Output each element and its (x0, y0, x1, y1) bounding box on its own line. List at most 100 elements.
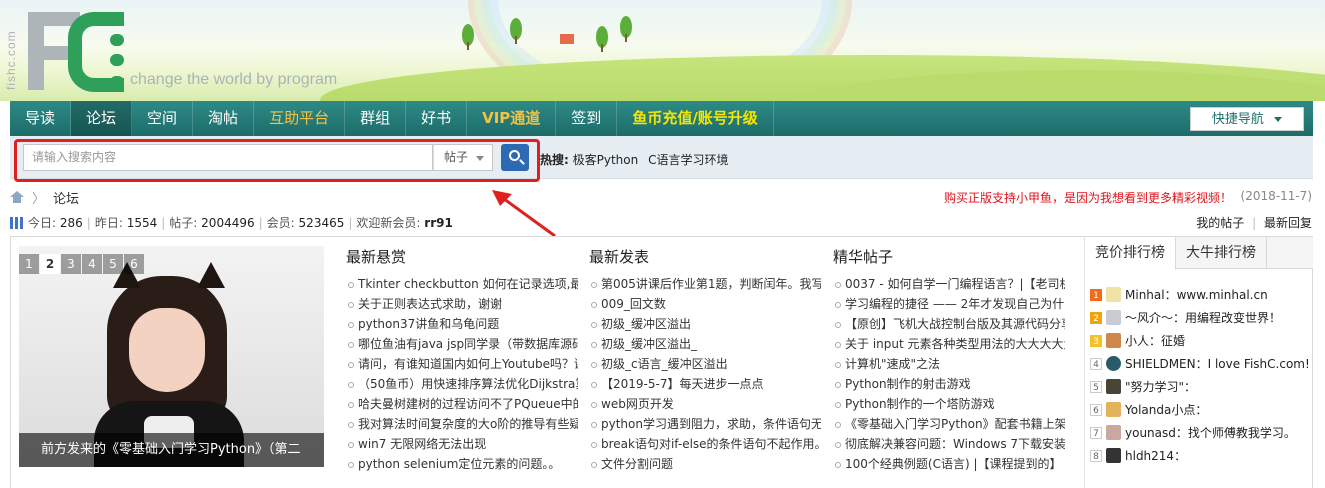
thread-link[interactable]: python37讲鱼和乌龟问题 (346, 314, 578, 334)
nav-item-checkin[interactable]: 签到 (556, 101, 618, 136)
thread-link[interactable]: 彻底解决兼容问题：Windows 7下载安装 (833, 434, 1065, 454)
stat-yesterday: 1554 (126, 215, 158, 230)
thread-link[interactable]: 关于正则表达式求助，谢谢 (346, 294, 578, 314)
ranking-item[interactable]: 8 hldh214： (1090, 444, 1313, 467)
thread-link[interactable]: Python制作的射击游戏 (833, 374, 1065, 394)
thread-link[interactable]: python学习遇到阻力，求助，条件语句无法 (589, 414, 821, 434)
hot-search-item[interactable]: C语言学习环境 (648, 153, 728, 167)
slide-page-3[interactable]: 3 (61, 254, 81, 274)
thread-link[interactable]: 请问，有谁知道国内如何上Youtube吗？谢 (346, 354, 578, 374)
avatar (1106, 287, 1121, 302)
hot-search-item[interactable]: 极客Python (573, 153, 639, 167)
site-header: fishc.com change the world by program (0, 0, 1325, 101)
thread-link[interactable]: 学习编程的捷径 —— 2年才发现自己为什么 (833, 294, 1065, 314)
annotation-arrow (492, 190, 556, 238)
rank-number: 5 (1090, 380, 1102, 393)
tab-bid-ranking[interactable]: 竞价排行榜 (1085, 237, 1176, 270)
ranking-item[interactable]: 5 "努力学习"： (1090, 375, 1313, 398)
links-separator: | (1252, 216, 1257, 230)
tree-decoration (596, 26, 608, 52)
thread-link[interactable]: 《零基础入门学习Python》配套书籍上架 (833, 414, 1065, 434)
stat-posts-label: 帖子: (169, 216, 198, 230)
rank-number: 7 (1090, 426, 1102, 439)
latest-reply-link[interactable]: 最新回复 (1264, 216, 1312, 230)
thread-link[interactable]: win7 无限网络无法出现 (346, 434, 578, 454)
ranking-text: SHIELDMEN：I love FishC.com! (1125, 357, 1310, 371)
main-nav: 导读 论坛 空间 淘帖 互助平台 群组 好书 VIP通道 签到 鱼币充值/账号升… (10, 101, 1313, 136)
new-member-link[interactable]: rr91 (424, 216, 453, 230)
breadcrumb-current[interactable]: 论坛 (53, 188, 79, 207)
nav-item-books[interactable]: 好书 (406, 101, 468, 136)
thread-link[interactable]: Tkinter checkbutton 如何在记录选项,最后 (346, 274, 578, 294)
column-title: 精华帖子 (833, 248, 894, 266)
thread-link[interactable]: web网页开发 (589, 394, 821, 414)
rank-number: 8 (1090, 449, 1102, 462)
logo-side-text: fishc.com (4, 30, 18, 90)
image-slider[interactable]: 1 2 3 4 5 6 前方发来的《零基础入门学习Python》（第二 (19, 246, 324, 467)
thread-link[interactable]: Python制作的一个塔防游戏 (833, 394, 1065, 414)
thread-link[interactable]: 我对算法时间复杂度的大o阶的推导有些疑 (346, 414, 578, 434)
thread-link[interactable]: 009_回文数 (589, 294, 821, 314)
thread-link[interactable]: 文件分割问题 (589, 454, 821, 474)
stats-separator: | (258, 215, 263, 230)
thread-link[interactable]: 第005讲课后作业第1题，判断闰年。我写的 (589, 274, 821, 294)
home-icon[interactable] (10, 191, 24, 203)
quick-nav-label: 快捷导航 (1211, 112, 1264, 127)
ranking-panel: 竞价排行榜 大牛排行榜 1 Minhal：www.minhal.cn 2 ～风介～：… (1084, 237, 1313, 488)
slide-pager: 1 2 3 4 5 6 (19, 254, 145, 274)
thread-link[interactable]: 初级_缓冲区溢出_ (589, 334, 821, 354)
my-links: 我的帖子 | 最新回复 (1196, 214, 1312, 231)
ranking-item[interactable]: 3 小人：征婚 (1090, 329, 1313, 352)
my-posts-link[interactable]: 我的帖子 (1196, 216, 1244, 230)
ranking-item[interactable]: 1 Minhal：www.minhal.cn (1090, 283, 1313, 306)
logo-dot (110, 54, 124, 66)
thread-link[interactable]: 初级_缓冲区溢出 (589, 314, 821, 334)
breadcrumb-separator: 〉 (32, 191, 46, 207)
avatar (1106, 333, 1121, 348)
thread-link[interactable]: 计算机"速成"之法 (833, 354, 1065, 374)
logo-f-shape (28, 46, 68, 60)
tab-expert-ranking[interactable]: 大牛排行榜 (1176, 237, 1267, 269)
nav-item-vip[interactable]: VIP通道 (467, 101, 557, 136)
thread-link[interactable]: 关于 input 元素各种类型用法的大大大大大 (833, 334, 1065, 354)
thread-link[interactable]: 【原创】飞机大战控制台版及其源代码分享 (833, 314, 1065, 334)
quick-nav-button[interactable]: 快捷导航 (1190, 107, 1304, 131)
ranking-item[interactable]: 4 SHIELDMEN：I love FishC.com! (1090, 352, 1313, 375)
thread-link[interactable]: 100个经典例题(C语言) |【课程提到的】 (833, 454, 1065, 474)
avatar (1106, 425, 1121, 440)
thread-link[interactable]: 哪位鱼油有java jsp同学录（带数据库源码） (346, 334, 578, 354)
ranking-item[interactable]: 7 younasd：找个师傅教我学习。 (1090, 421, 1313, 444)
nav-item-groups[interactable]: 群组 (345, 101, 407, 136)
thread-link[interactable]: 初级_c语言_缓冲区溢出 (589, 354, 821, 374)
column-title: 最新悬赏 (346, 248, 407, 266)
nav-item-space[interactable]: 空间 (132, 101, 194, 136)
thread-link[interactable]: 【2019-5-7】每天进步一点点 (589, 374, 821, 394)
logo-dot (110, 34, 124, 46)
ranking-text: younasd：找个师傅教我学习。 (1125, 426, 1296, 440)
rank-number: 1 (1090, 288, 1102, 301)
thread-link[interactable]: python selenium定位元素的问题。。 (346, 454, 578, 474)
ranking-text: "努力学习"： (1125, 380, 1197, 394)
thread-link[interactable]: 哈夫曼树建树的过程访问不了PQueue中的 (346, 394, 578, 414)
nav-item-help-platform[interactable]: 互助平台 (254, 101, 346, 136)
slide-page-6[interactable]: 6 (124, 254, 144, 274)
content-panel: 1 2 3 4 5 6 前方发来的《零基础入门学习Python》（第二 最新悬赏… (10, 236, 1313, 488)
slide-page-2[interactable]: 2 (40, 254, 60, 274)
ranking-item[interactable]: 6 Yolanda小点： (1090, 398, 1313, 421)
nav-item-guide[interactable]: 导读 (10, 101, 72, 136)
slide-page-4[interactable]: 4 (82, 254, 102, 274)
promo-link[interactable]: 购买正版支持小甲鱼，是因为我想看到更多精彩视频！ (944, 189, 1232, 206)
thread-link[interactable]: （50鱼币）用快速排序算法优化Dijkstra算 (346, 374, 578, 394)
nav-item-forum[interactable]: 论坛 (71, 101, 133, 136)
nav-item-recharge[interactable]: 鱼币充值/账号升级 (617, 101, 774, 136)
avatar (1106, 310, 1121, 325)
thread-list: 0037 - 如何自学一门编程语言？|【老司机 学习编程的捷径 —— 2年才发现… (833, 274, 1065, 474)
slide-page-1[interactable]: 1 (19, 254, 39, 274)
nav-item-collection[interactable]: 淘帖 (193, 101, 255, 136)
thread-link[interactable]: break语句对if-else的条件语句不起作用。 (589, 434, 821, 454)
slide-caption[interactable]: 前方发来的《零基础入门学习Python》（第二 (19, 433, 324, 467)
site-slogan: change the world by program (130, 71, 338, 88)
thread-link[interactable]: 0037 - 如何自学一门编程语言？|【老司机 (833, 274, 1065, 294)
slide-page-5[interactable]: 5 (103, 254, 123, 274)
ranking-item[interactable]: 2 ～风介～：用编程改变世界！ (1090, 306, 1313, 329)
